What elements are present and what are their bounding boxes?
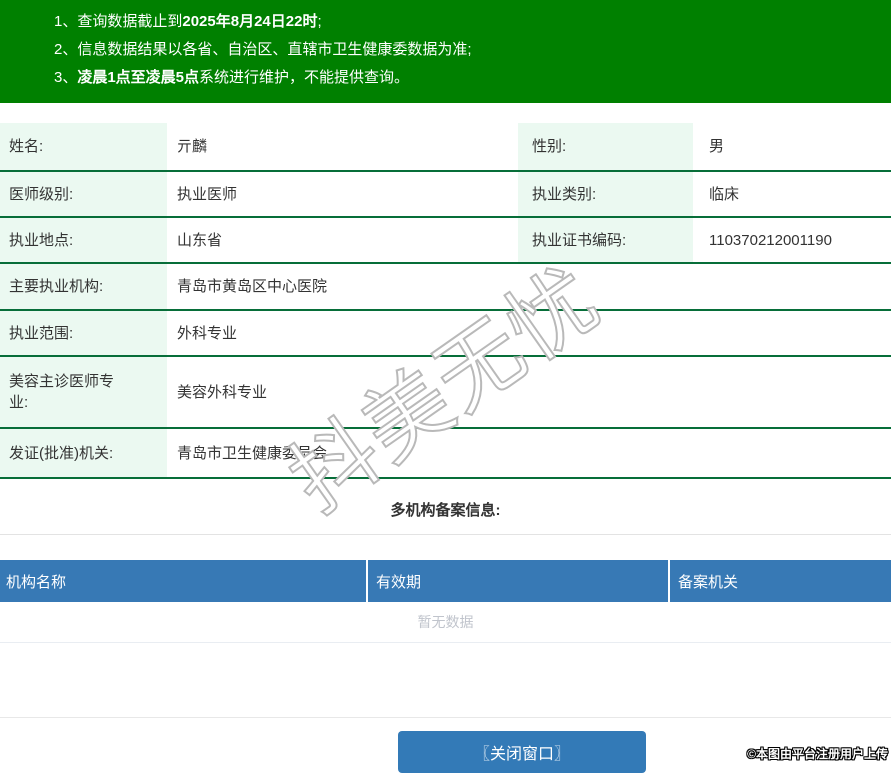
footer: 〖关闭窗口〗 ©本图由平台注册用户上传	[0, 717, 891, 773]
notice-line-3: 3、凌晨1点至凌晨5点系统进行维护，不能提供查询。	[54, 69, 410, 86]
column-header-validity-period: 有效期	[368, 560, 670, 602]
close-window-button[interactable]: 〖关闭窗口〗	[398, 731, 646, 773]
column-header-filing-authority: 备案机关	[678, 573, 739, 591]
notice-line-2: 2、信息数据结果以各省、自治区、直辖市卫生健康委数据为准;	[54, 41, 472, 58]
issuing-authority-label: 发证(批准)机关:	[0, 428, 167, 478]
practice-location-value: 山东省	[177, 231, 223, 249]
main-institution-label: 主要执业机构:	[0, 263, 167, 310]
cosmetic-specialty-value: 美容外科专业	[177, 383, 268, 401]
certificate-number-value: 110370212001190	[709, 231, 832, 249]
practice-location-label: 执业地点:	[0, 217, 167, 263]
practice-category-label: 执业类别:	[518, 171, 693, 217]
practitioner-info-table: 姓名: 亓麟 性别: 男 医师级别: 执业医师 执业类别: 临床 执业地点: 山…	[0, 123, 891, 479]
table-row: 美容主诊医师专业: 美容外科专业	[0, 356, 891, 428]
multi-institution-section-title: 多机构备案信息:	[390, 502, 501, 519]
gender-label: 性别:	[518, 123, 693, 171]
notice-banner: 1、查询数据截止到2025年8月24日22时; 2、信息数据结果以各省、自治区、…	[0, 0, 891, 103]
no-data-placeholder: 暂无数据	[0, 602, 891, 643]
physician-level-label: 医师级别:	[0, 171, 167, 217]
name-value: 亓麟	[177, 138, 208, 155]
cosmetic-specialty-label: 美容主诊医师专业:	[0, 356, 167, 428]
table-row: 主要执业机构: 青岛市黄岛区中心医院	[0, 263, 891, 310]
name-label: 姓名:	[0, 123, 167, 171]
issuing-authority-value: 青岛市卫生健康委员会	[177, 444, 328, 462]
practice-category-value: 临床	[709, 185, 740, 203]
practice-scope-value: 外科专业	[177, 324, 238, 342]
physician-license-query-result-page: 1、查询数据截止到2025年8月24日22时; 2、信息数据结果以各省、自治区、…	[0, 0, 891, 775]
table-row: 医师级别: 执业医师 执业类别: 临床	[0, 171, 891, 217]
upload-note-watermark: ©本图由平台注册用户上传	[747, 747, 888, 761]
table-row: 执业范围: 外科专业	[0, 310, 891, 356]
table-row: 发证(批准)机关: 青岛市卫生健康委员会	[0, 428, 891, 478]
certificate-number-label: 执业证书编码:	[518, 217, 693, 263]
gender-value: 男	[709, 138, 725, 155]
table-row: 执业地点: 山东省 执业证书编码: 110370212001190	[0, 217, 891, 263]
physician-level-value: 执业医师	[177, 185, 238, 203]
column-header-institution-name: 机构名称	[0, 560, 368, 602]
table-row: 姓名: 亓麟 性别: 男	[0, 123, 891, 171]
divider	[0, 534, 891, 535]
notice-line-1: 1、查询数据截止到2025年8月24日22时;	[54, 13, 322, 30]
records-table-header: 机构名称 有效期 备案机关	[0, 560, 891, 602]
main-institution-value: 青岛市黄岛区中心医院	[177, 278, 328, 295]
practice-scope-label: 执业范围:	[0, 310, 167, 356]
